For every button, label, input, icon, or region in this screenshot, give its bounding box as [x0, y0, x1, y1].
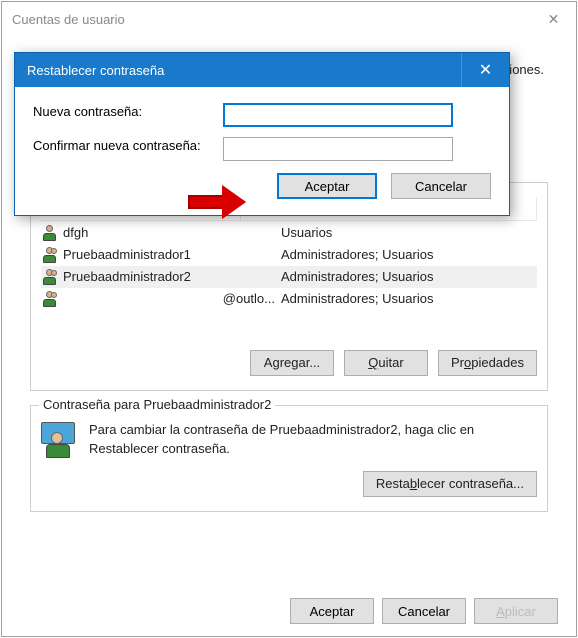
- new-password-label: Nueva contraseña:: [33, 103, 223, 121]
- user-icon: [43, 225, 59, 241]
- apply-button: Aplicar: [474, 598, 558, 624]
- table-row[interactable]: @outlo...Administradores; Usuarios: [41, 288, 537, 310]
- user-icon: [43, 247, 59, 263]
- ok-button[interactable]: Aceptar: [290, 598, 374, 624]
- dialog-buttons: Aceptar Cancelar: [33, 173, 491, 199]
- confirm-password-row: Confirmar nueva contraseña:: [33, 137, 491, 161]
- user-large-icon: [41, 422, 77, 458]
- cell-username: dfgh: [41, 225, 281, 241]
- confirm-password-input[interactable]: [223, 137, 453, 161]
- cell-group: Administradores; Usuarios: [281, 291, 537, 306]
- dialog-titlebar: Restablecer contraseña ✕: [15, 53, 509, 87]
- annotation-arrow-icon: [188, 187, 248, 217]
- cancel-button[interactable]: Cancelar: [382, 598, 466, 624]
- dialog-accept-button[interactable]: Aceptar: [277, 173, 377, 199]
- table-row[interactable]: dfghUsuarios: [41, 222, 537, 244]
- user-icon: [43, 269, 59, 285]
- cell-group: Administradores; Usuarios: [281, 247, 537, 262]
- reset-password-button[interactable]: Restablecer contraseña...: [363, 471, 537, 497]
- password-text: Para cambiar la contraseña de Pruebaadmi…: [89, 420, 537, 459]
- confirm-password-label: Confirmar nueva contraseña:: [33, 137, 223, 155]
- properties-button[interactable]: Propiedades: [438, 350, 537, 376]
- cell-group: Administradores; Usuarios: [281, 269, 537, 284]
- user-buttons: Agregar... Quitar Propiedades: [41, 350, 537, 376]
- new-password-row: Nueva contraseña:: [33, 103, 491, 127]
- dialog-body: Nueva contraseña: Confirmar nueva contra…: [15, 87, 509, 215]
- user-rows: dfghUsuariosPruebaadministrador1Administ…: [41, 222, 537, 310]
- password-groupbox: Contraseña para Pruebaadministrador2 Par…: [30, 405, 548, 512]
- dialog-close-icon[interactable]: ✕: [461, 53, 509, 87]
- cell-username: Pruebaadministrador2: [41, 269, 281, 285]
- password-legend: Contraseña para Pruebaadministrador2: [39, 397, 275, 412]
- dialog-title: Restablecer contraseña: [27, 63, 164, 78]
- cell-group: Usuarios: [281, 225, 537, 240]
- reset-password-dialog: Restablecer contraseña ✕ Nueva contraseñ…: [14, 52, 510, 216]
- remove-button[interactable]: Quitar: [344, 350, 428, 376]
- new-password-input[interactable]: [223, 103, 453, 127]
- table-row[interactable]: Pruebaadministrador2Administradores; Usu…: [41, 266, 537, 288]
- user-icon: [43, 291, 59, 307]
- cell-username: @outlo...: [41, 291, 281, 307]
- add-button[interactable]: Agregar...: [250, 350, 334, 376]
- window-title: Cuentas de usuario: [12, 12, 125, 27]
- titlebar: Cuentas de usuario ✕: [2, 2, 576, 36]
- close-icon[interactable]: ✕: [531, 2, 576, 36]
- bottom-buttons: Aceptar Cancelar Aplicar: [290, 598, 558, 624]
- cell-username: Pruebaadministrador1: [41, 247, 281, 263]
- dialog-cancel-button[interactable]: Cancelar: [391, 173, 491, 199]
- table-row[interactable]: Pruebaadministrador1Administradores; Usu…: [41, 244, 537, 266]
